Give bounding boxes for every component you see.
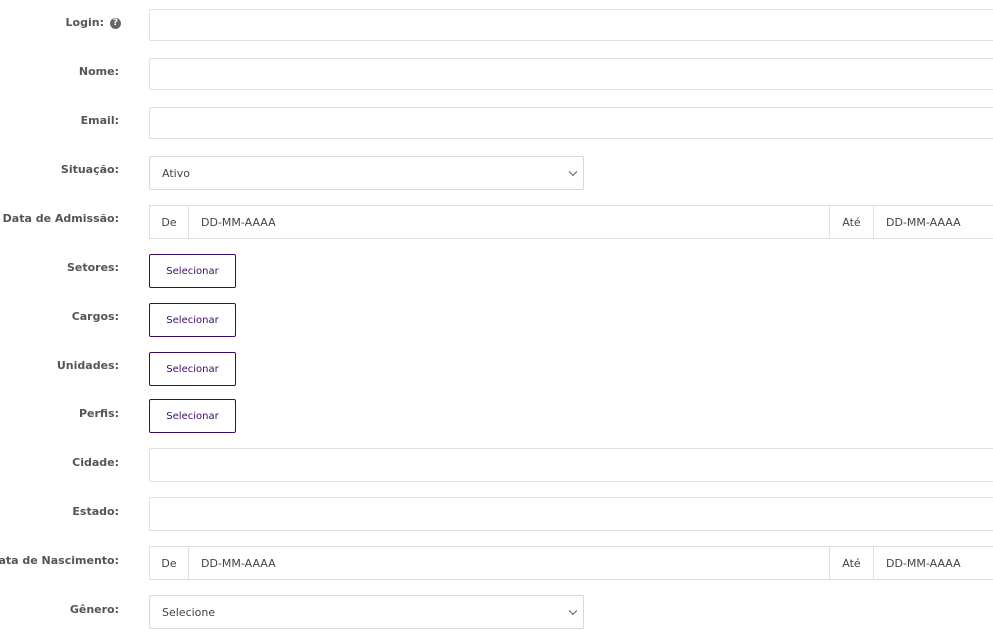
- situacao-selected-value: Ativo: [162, 166, 190, 180]
- data-nascimento-to-input[interactable]: DD-MM-AAAA: [874, 546, 993, 580]
- situacao-select[interactable]: Ativo: [149, 156, 584, 190]
- login-label: Login: ?: [66, 16, 121, 30]
- cargos-label: Cargos:: [71, 310, 119, 323]
- estado-label: Estado:: [72, 505, 119, 518]
- setores-select-button[interactable]: Selecionar: [149, 254, 236, 288]
- data-admissao-to-addon: Até: [830, 205, 874, 239]
- data-admissao-range: De DD-MM-AAAA Até DD-MM-AAAA: [149, 205, 993, 239]
- genero-selected-value: Selecione: [162, 605, 216, 619]
- genero-label: Gênero:: [69, 603, 119, 616]
- data-nascimento-to-addon: Até: [830, 546, 874, 580]
- data-admissao-to-input[interactable]: DD-MM-AAAA: [874, 205, 993, 239]
- data-nascimento-range: De DD-MM-AAAA Até DD-MM-AAAA: [149, 546, 993, 580]
- question-circle-icon[interactable]: ?: [110, 17, 121, 29]
- unidades-label: Unidades:: [56, 359, 119, 372]
- unidades-select-button[interactable]: Selecionar: [149, 352, 236, 386]
- cidade-label: Cidade:: [72, 456, 119, 469]
- situacao-label: Situação:: [60, 163, 119, 176]
- data-admissao-from-input[interactable]: DD-MM-AAAA: [189, 205, 830, 239]
- nome-label: Nome:: [78, 65, 119, 78]
- data-admissao-from-addon: De: [149, 205, 189, 239]
- login-input[interactable]: [149, 9, 993, 41]
- data-nascimento-from-input[interactable]: DD-MM-AAAA: [189, 546, 830, 580]
- data-nascimento-from-addon: De: [149, 546, 189, 580]
- cidade-input[interactable]: [149, 448, 993, 482]
- email-input[interactable]: [149, 107, 993, 139]
- setores-label: Setores:: [66, 261, 119, 274]
- chevron-down-icon: [568, 167, 578, 177]
- filter-form: Login: ? Nome: Email: Situação: Ativo Da…: [0, 0, 993, 636]
- data-nascimento-label: Data de Nascimento:: [0, 554, 119, 567]
- data-admissao-label: Data de Admissão:: [2, 212, 119, 225]
- email-label: Email:: [80, 114, 119, 127]
- nome-input[interactable]: [149, 58, 993, 90]
- perfis-select-button[interactable]: Selecionar: [149, 399, 236, 433]
- chevron-down-icon: [568, 606, 578, 616]
- perfis-label: Perfis:: [78, 407, 119, 420]
- cargos-select-button[interactable]: Selecionar: [149, 303, 236, 337]
- estado-input[interactable]: [149, 497, 993, 531]
- genero-select[interactable]: Selecione: [149, 595, 584, 629]
